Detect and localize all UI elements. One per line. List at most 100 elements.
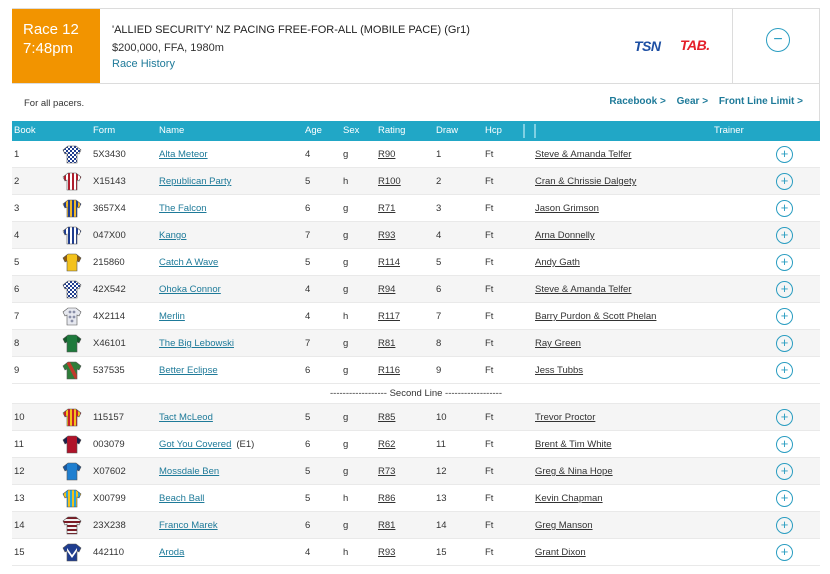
- runner-rating-link[interactable]: R62: [378, 439, 395, 450]
- runner-trainer-link[interactable]: Ray Green: [535, 338, 581, 349]
- runner-trainer-link[interactable]: Greg & Nina Hope: [535, 466, 613, 477]
- jockey-silk-icon: [62, 407, 82, 427]
- runner-trainer-link[interactable]: Brent & Tim White: [535, 439, 612, 450]
- jockey-silk-icon: [62, 333, 82, 353]
- runner-rating-link[interactable]: R100: [378, 176, 401, 187]
- runner-age: 5: [305, 257, 311, 268]
- second-line-divider: ------------------ Second Line ---------…: [12, 384, 820, 404]
- column-resize-handle[interactable]: [523, 124, 525, 138]
- runner-handicap: Ft: [485, 412, 494, 423]
- runner-rating-link[interactable]: R81: [378, 520, 395, 531]
- runners-table-body: 1 5X3430 Alta Meteor 4 g R90 1 Ft Steve & Amanda…: [12, 141, 820, 566]
- runner-handicap: Ft: [485, 439, 494, 450]
- jockey-silk-icon: [62, 171, 82, 191]
- add-runner-button[interactable]: +: [776, 544, 793, 561]
- add-runner-button[interactable]: +: [776, 362, 793, 379]
- runner-name-link[interactable]: Beach Ball: [159, 493, 204, 504]
- runner-book-number: 5: [14, 257, 20, 268]
- runner-name-link[interactable]: Catch A Wave: [159, 257, 218, 268]
- add-runner-button[interactable]: +: [776, 281, 793, 298]
- race-history-link[interactable]: Race History: [112, 57, 175, 71]
- runner-name-link[interactable]: Franco Marek: [159, 520, 218, 531]
- runner-form: 3657X4: [93, 203, 126, 214]
- runner-handicap: Ft: [485, 257, 494, 268]
- runner-trainer-link[interactable]: Steve & Amanda Telfer: [535, 149, 631, 160]
- runner-name-link[interactable]: The Falcon: [159, 203, 207, 214]
- jockey-silk-icon: [62, 488, 82, 508]
- runner-trainer-link[interactable]: Grant Dixon: [535, 547, 586, 558]
- front-line-limit-link[interactable]: Front Line Limit >: [719, 96, 803, 107]
- runner-draw: 15: [436, 547, 447, 558]
- runner-trainer-link[interactable]: Jason Grimson: [535, 203, 599, 214]
- runner-rating-link[interactable]: R114: [378, 257, 400, 268]
- runner-trainer-link[interactable]: Andy Gath: [535, 257, 580, 268]
- runner-rating-link[interactable]: R93: [378, 547, 395, 558]
- runner-name-link[interactable]: Tact McLeod: [159, 412, 213, 423]
- runner-rating-link[interactable]: R90: [378, 149, 395, 160]
- add-runner-button[interactable]: +: [776, 517, 793, 534]
- runner-name-link[interactable]: Aroda: [159, 547, 184, 558]
- runner-book-number: 8: [14, 338, 20, 349]
- runner-rating-link[interactable]: R94: [378, 284, 395, 295]
- runner-rating-link[interactable]: R71: [378, 203, 395, 214]
- runner-rating-link[interactable]: R73: [378, 466, 395, 477]
- add-runner-button[interactable]: +: [776, 463, 793, 480]
- runner-name-link[interactable]: Better Eclipse: [159, 365, 218, 376]
- runner-age: 4: [305, 149, 311, 160]
- runner-handicap: Ft: [485, 493, 494, 504]
- runner-trainer-link[interactable]: Barry Purdon & Scott Phelan: [535, 311, 656, 322]
- runner-rating-link[interactable]: R93: [378, 230, 395, 241]
- runner-draw: 6: [436, 284, 442, 295]
- runner-trainer-link[interactable]: Jess Tubbs: [535, 365, 583, 376]
- runner-rating-link[interactable]: R117: [378, 311, 400, 322]
- runner-name-link[interactable]: Got You Covered: [159, 439, 231, 450]
- jockey-silk-icon: [62, 306, 82, 326]
- add-runner-button[interactable]: +: [776, 227, 793, 244]
- add-runner-button[interactable]: +: [776, 409, 793, 426]
- collapse-cell: −: [732, 9, 820, 84]
- column-resize-handle[interactable]: [534, 124, 536, 138]
- runner-name-cell: Aroda: [159, 547, 184, 558]
- runner-rating-link[interactable]: R116: [378, 365, 400, 376]
- runner-trainer-link[interactable]: Steve & Amanda Telfer: [535, 284, 631, 295]
- collapse-button[interactable]: −: [766, 28, 790, 52]
- runner-trainer-link[interactable]: Arna Donnelly: [535, 230, 595, 241]
- race-time: 7:48pm: [23, 40, 74, 57]
- add-runner-button[interactable]: +: [776, 308, 793, 325]
- runner-name-link[interactable]: Republican Party: [159, 176, 231, 187]
- runner-handicap: Ft: [485, 311, 494, 322]
- add-runner-button[interactable]: +: [776, 436, 793, 453]
- table-row: 9 537535 Better Eclipse 6 g R116 9 Ft Jess Tubbs…: [12, 357, 820, 384]
- runner-handicap: Ft: [485, 284, 494, 295]
- runner-name-link[interactable]: The Big Lebowski: [159, 338, 234, 349]
- add-runner-button[interactable]: +: [776, 335, 793, 352]
- runner-handicap: Ft: [485, 547, 494, 558]
- runner-name-link[interactable]: Kango: [159, 230, 186, 241]
- runner-rating-link[interactable]: R85: [378, 412, 395, 423]
- runner-rating-link[interactable]: R86: [378, 493, 395, 504]
- runner-name-link[interactable]: Ohoka Connor: [159, 284, 221, 295]
- runner-draw: 5: [436, 257, 442, 268]
- add-runner-button[interactable]: +: [776, 146, 793, 163]
- tsn-logo: TSN: [634, 38, 661, 54]
- add-runner-button[interactable]: +: [776, 490, 793, 507]
- add-runner-button[interactable]: +: [776, 254, 793, 271]
- runner-name-cell: Alta Meteor: [159, 149, 208, 160]
- runner-trainer-link[interactable]: Greg Manson: [535, 520, 593, 531]
- runner-name-link[interactable]: Merlin: [159, 311, 185, 322]
- runner-book-number: 11: [14, 439, 24, 450]
- jockey-silk-icon: [62, 542, 82, 562]
- runner-trainer-link[interactable]: Trevor Proctor: [535, 412, 595, 423]
- add-runner-button[interactable]: +: [776, 200, 793, 217]
- table-row: 13 X00799 Beach Ball 5 h R86 13 Ft Kevin Chapman…: [12, 485, 820, 512]
- runner-name-link[interactable]: Alta Meteor: [159, 149, 208, 160]
- gear-link[interactable]: Gear >: [677, 96, 708, 107]
- runner-trainer-link[interactable]: Cran & Chrissie Dalgety: [535, 176, 636, 187]
- runner-rating-link[interactable]: R81: [378, 338, 395, 349]
- racebook-link[interactable]: Racebook >: [609, 96, 665, 107]
- runner-trainer-link[interactable]: Kevin Chapman: [535, 493, 603, 504]
- runner-sex: g: [343, 230, 349, 241]
- runner-handicap: Ft: [485, 203, 494, 214]
- runner-name-link[interactable]: Mossdale Ben: [159, 466, 219, 477]
- add-runner-button[interactable]: +: [776, 173, 793, 190]
